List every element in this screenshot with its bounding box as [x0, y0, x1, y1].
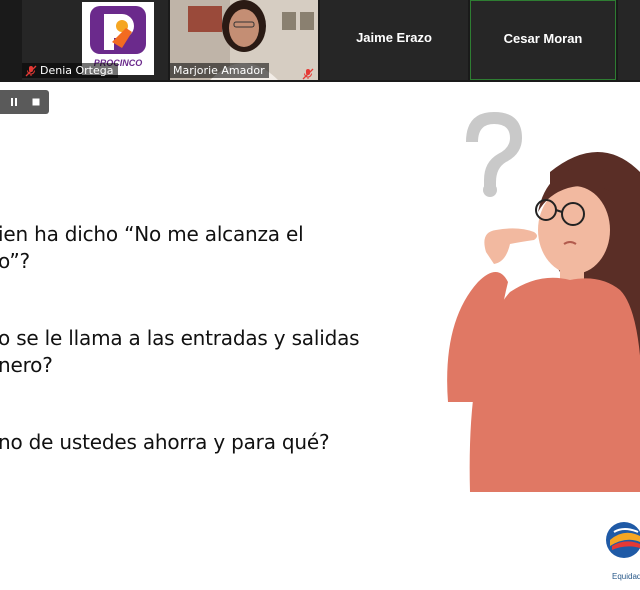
footer-brand-text: Equidad: [612, 572, 640, 581]
question-2: o se le llama a las entradas y salidas n…: [0, 326, 360, 377]
participant-name: Jaime Erazo: [356, 30, 432, 45]
participant-name-tag: Marjorie Amador: [170, 63, 269, 78]
mic-muted-icon: [302, 65, 314, 80]
participant-tile-jaime[interactable]: Jaime Erazo: [320, 0, 468, 80]
thinking-woman-illustration: [447, 112, 640, 492]
participant-tile-partial[interactable]: [618, 0, 640, 80]
stop-button[interactable]: [25, 92, 47, 112]
participant-name: Marjorie Amador: [173, 64, 265, 77]
pause-button[interactable]: [3, 92, 25, 112]
participant-name: Cesar Moran: [503, 31, 583, 46]
participant-tile-denia[interactable]: PROCINCO Denia Ortega: [22, 0, 168, 80]
share-controls: [0, 90, 49, 114]
participant-tile-cesar[interactable]: Cesar Moran: [470, 0, 616, 80]
mic-muted-icon: [25, 65, 37, 77]
shared-slide: ien ha dicho “No me alcanza el o”? o se …: [0, 82, 640, 590]
stop-icon: [32, 98, 40, 106]
brand-logo-icon: [606, 522, 640, 558]
question-3: no de ustedes ahorra y para qué?: [0, 430, 330, 454]
participant-name: Denia Ortega: [40, 64, 114, 77]
question-1: ien ha dicho “No me alcanza el o”?: [0, 222, 304, 273]
pause-icon: [11, 98, 17, 106]
participant-tile-marjorie[interactable]: Marjorie Amador: [170, 0, 318, 80]
participant-gallery: PROCINCO Denia Ortega Marjorie Amador Ja…: [0, 0, 640, 82]
participant-name-tag: Denia Ortega: [22, 63, 118, 78]
question-mark-icon: [466, 112, 522, 197]
